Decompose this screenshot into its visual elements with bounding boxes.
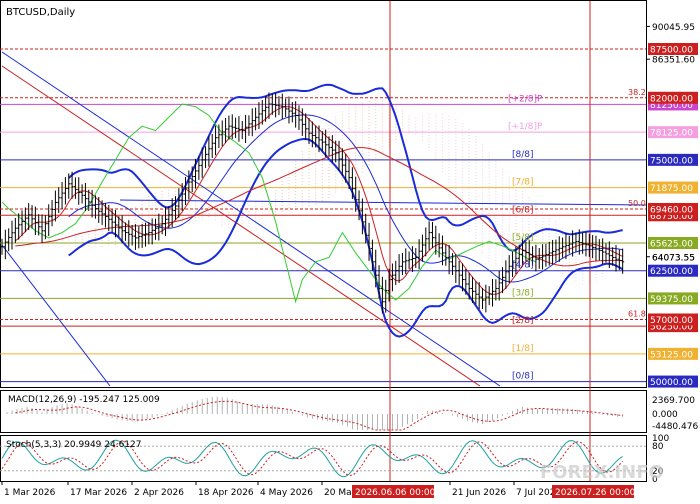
fib-label: 38.2 bbox=[628, 88, 646, 97]
price-tag: 59375.00 bbox=[650, 295, 693, 305]
stoch-axis-label: 80 bbox=[652, 442, 664, 452]
date-label: 21 Jun 2026 bbox=[452, 488, 506, 498]
price-tag: 50000.00 bbox=[650, 378, 693, 388]
price-tag: 75000.00 bbox=[650, 156, 693, 166]
murrey-label: [4/8] bbox=[512, 261, 534, 271]
price-tag: 57000.00 bbox=[650, 316, 693, 326]
current-price-label: 64073.55 bbox=[652, 253, 695, 263]
date-axis: 1 Mar 2026 17 Mar 2026 2 Apr 2026 18 Apr 20… bbox=[1, 481, 636, 498]
murrey-label: [6/8] bbox=[512, 205, 534, 215]
price-tag: 65625.00 bbox=[650, 239, 693, 249]
date-label: 17 Mar 2026 bbox=[70, 488, 127, 498]
date-label: 20 Ma bbox=[324, 488, 352, 498]
macd-axis-label: 0.000 bbox=[652, 410, 678, 420]
price-tag: 87500.00 bbox=[650, 46, 693, 56]
murrey-label: [1/8] bbox=[512, 344, 534, 354]
date-label: 4 May 2026 bbox=[260, 488, 313, 498]
price-tag: 82000.00 bbox=[650, 94, 693, 104]
price-tag: 78125.00 bbox=[650, 129, 693, 139]
murrey-label: [+2/8]P bbox=[508, 94, 543, 104]
date-label: 1 Mar 2026 bbox=[4, 488, 56, 498]
murrey-label: [8/8] bbox=[512, 150, 534, 160]
murrey-label: [5/8] bbox=[512, 233, 534, 243]
murrey-label: [2/8] bbox=[512, 316, 534, 326]
murrey-label: [0/8] bbox=[512, 372, 534, 382]
chart-title: BTCUSD,Daily bbox=[6, 7, 75, 18]
watermark: FOREX.INFO bbox=[540, 462, 664, 483]
fib-label: 61.8 bbox=[628, 309, 646, 318]
date-label: 2 Apr 2026 bbox=[134, 488, 184, 498]
date-label: 18 Apr 2026 bbox=[198, 488, 254, 498]
murrey-label: [+1/8]P bbox=[508, 122, 543, 132]
highlight-date: 2026.07.26 00:00 bbox=[555, 488, 636, 498]
stoch-label: Stoch(5,3,3) 20.9949 24.6127 bbox=[6, 440, 141, 450]
murrey-label: [7/8] bbox=[512, 178, 534, 188]
price-axis: 90045.9586351.6064073.5564073.55 bbox=[646, 23, 695, 263]
axis-tick-label: 86351.60 bbox=[652, 56, 695, 66]
chart-window: [+2/8]P 81250.00 [+1/8]P 78125.00 [8/8] 75000… bbox=[0, 0, 700, 500]
macd-label: MACD(12,26,9) -195.247 125.009 bbox=[8, 395, 160, 405]
price-tag: 69460.00 bbox=[650, 205, 693, 215]
fib-label: 50.0 bbox=[628, 199, 646, 208]
date-label: 7 Jul 202 bbox=[516, 488, 556, 498]
main-panel bbox=[0, 0, 647, 388]
price-tag: 71875.00 bbox=[650, 184, 693, 194]
macd-axis-label: -4480.476 bbox=[652, 422, 698, 432]
murrey-label: [3/8] bbox=[512, 288, 534, 298]
price-tag: 53125.00 bbox=[650, 350, 693, 360]
axis-tick-label: 90045.95 bbox=[652, 23, 695, 33]
chart-canvas: [+2/8]P81250.00[+1/8]P78125.00[8/8]75000… bbox=[0, 0, 698, 498]
price-tag: 62500.00 bbox=[650, 267, 693, 277]
highlight-date: 2026.06.06 00:00 bbox=[355, 488, 436, 498]
macd-axis-label: 2369.700 bbox=[652, 396, 695, 406]
